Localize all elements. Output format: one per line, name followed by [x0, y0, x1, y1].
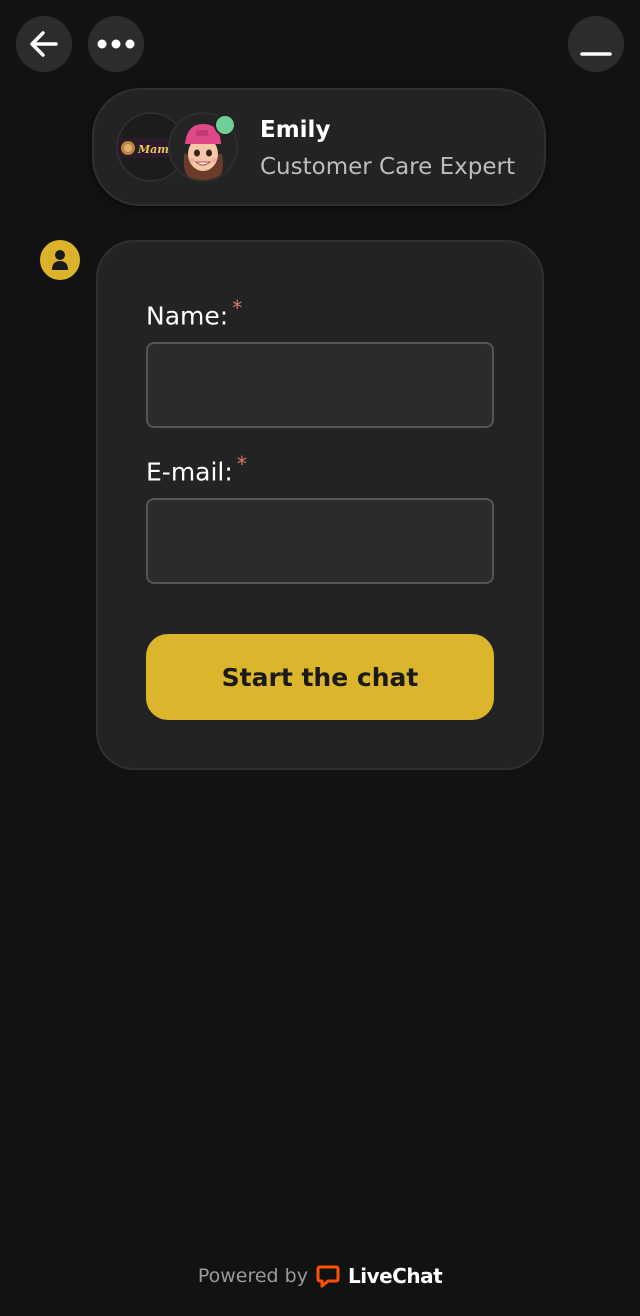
- name-input[interactable]: [146, 342, 494, 428]
- back-button[interactable]: [16, 16, 72, 72]
- livechat-brand: LiveChat: [347, 1264, 443, 1288]
- minimize-button[interactable]: [568, 16, 624, 72]
- agent-header-card: Mama.bet Emily Customer Care Expert: [92, 88, 546, 206]
- powered-by-text: Powered by: [197, 1265, 308, 1287]
- powered-by-footer[interactable]: Powered by LiveChat: [0, 1264, 640, 1288]
- email-input[interactable]: [146, 498, 494, 584]
- agent-name: Emily: [260, 117, 331, 143]
- start-chat-button[interactable]: Start the chat: [146, 634, 494, 720]
- chat-widget: Mama.bet Emily Customer Care Expert: [0, 0, 640, 1316]
- online-status-indicator: [214, 114, 236, 136]
- agent-role: Customer Care Expert: [260, 154, 515, 180]
- prechat-form: Name: * E-mail: * Start the chat: [96, 240, 544, 770]
- email-field-label: E-mail: *: [146, 452, 247, 487]
- name-field-label: Name: *: [146, 296, 243, 331]
- user-icon: [40, 240, 80, 280]
- more-options-button[interactable]: [88, 16, 144, 72]
- minimize-icon: [580, 52, 612, 56]
- arrow-left-icon: [30, 31, 58, 57]
- required-marker: *: [236, 452, 247, 476]
- more-horizontal-icon: [97, 39, 135, 49]
- livechat-logo-icon: [316, 1265, 340, 1288]
- required-marker: *: [232, 296, 243, 320]
